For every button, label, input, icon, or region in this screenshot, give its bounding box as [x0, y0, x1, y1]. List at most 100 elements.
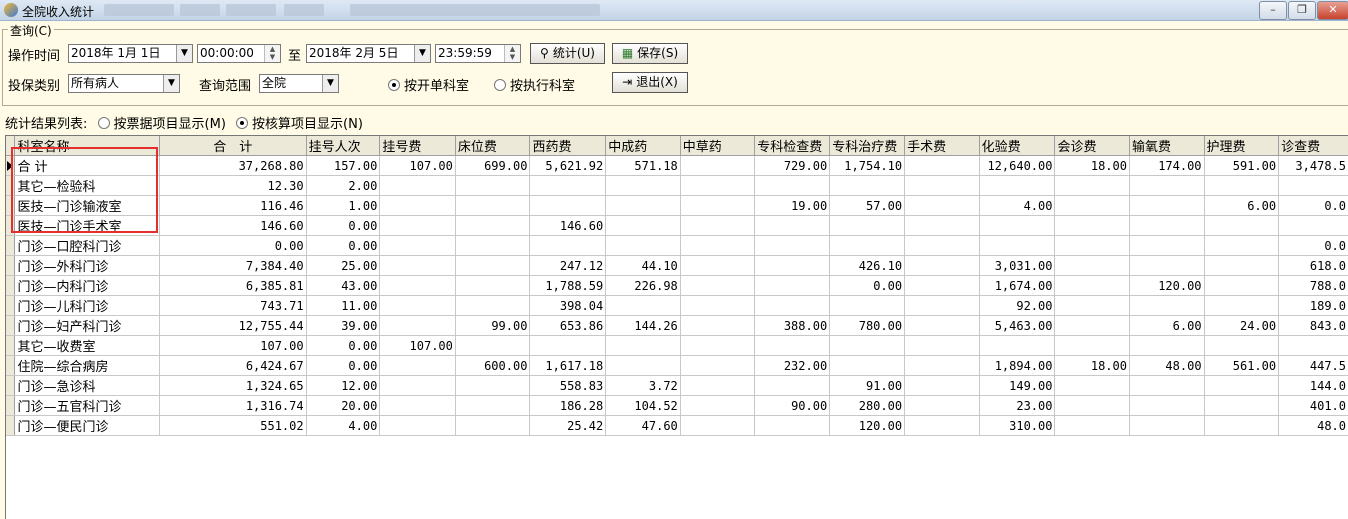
table-cell[interactable]: 571.18 — [605, 155, 681, 176]
table-cell[interactable] — [1054, 335, 1130, 356]
spin-up-icon[interactable]: ▲ — [505, 45, 520, 53]
dept-name-cell[interactable]: 住院—综合病房 — [14, 355, 160, 376]
table-cell[interactable]: 5,463.00 — [979, 315, 1056, 336]
table-cell[interactable] — [904, 175, 980, 196]
table-cell[interactable]: 91.00 — [829, 375, 906, 396]
table-cell[interactable] — [1054, 275, 1130, 296]
radio-open-dept[interactable]: 按开单科室 — [388, 75, 469, 94]
table-cell[interactable] — [754, 335, 831, 356]
table-cell[interactable]: 23.00 — [979, 395, 1056, 416]
dept-name-cell[interactable]: 门诊—急诊科 — [14, 375, 160, 396]
table-cell[interactable]: 18.00 — [1054, 355, 1130, 376]
column-header[interactable]: 化验费 — [979, 136, 1056, 156]
table-cell[interactable]: 43.00 — [306, 275, 381, 296]
table-cell[interactable]: 144.26 — [605, 315, 681, 336]
table-cell[interactable] — [379, 395, 456, 416]
table-cell[interactable]: 0.0 — [1278, 235, 1348, 256]
dept-name-cell[interactable]: 门诊—内科门诊 — [14, 275, 160, 296]
table-row[interactable]: 门诊—便民门诊 551.02 4.00 25.42 47.60 120.00 310.00 4… — [6, 415, 1348, 436]
radio-dot[interactable] — [97, 117, 110, 129]
table-cell[interactable] — [1054, 235, 1130, 256]
table-cell[interactable]: 0.0 — [1278, 195, 1348, 216]
table-cell[interactable]: 11.00 — [306, 295, 381, 316]
start-date-picker[interactable]: 2018年 1月 1日 ▼ — [68, 44, 193, 63]
table-cell[interactable] — [680, 195, 756, 216]
table-cell[interactable] — [1204, 375, 1280, 396]
table-cell[interactable]: 1,788.59 — [529, 275, 607, 296]
table-cell[interactable]: 232.00 — [754, 355, 831, 376]
table-cell[interactable] — [904, 355, 980, 376]
column-header[interactable]: 西药费 — [529, 136, 607, 156]
table-cell[interactable]: 1,324.65 — [159, 375, 307, 396]
table-cell[interactable] — [379, 315, 456, 336]
table-cell[interactable]: 12,755.44 — [159, 315, 307, 336]
table-row[interactable]: 医技—门诊输液室 116.46 1.00 19.00 57.00 4.00 6.00 0.0 — [6, 195, 1348, 216]
table-row[interactable]: 门诊—口腔科门诊 0.00 0.00 0.0 — [6, 235, 1348, 256]
end-time-field[interactable]: 23:59:59 ▲ ▼ — [435, 44, 521, 63]
table-cell[interactable] — [1054, 415, 1130, 436]
radio-dot[interactable] — [494, 79, 506, 91]
table-cell[interactable] — [1129, 375, 1205, 396]
table-cell[interactable] — [1204, 275, 1280, 296]
table-cell[interactable] — [1204, 335, 1280, 356]
table-cell[interactable] — [904, 275, 980, 296]
table-cell[interactable] — [1129, 235, 1205, 256]
table-cell[interactable]: 729.00 — [754, 155, 831, 176]
table-cell[interactable]: 6,385.81 — [159, 275, 307, 296]
table-cell[interactable] — [1204, 415, 1280, 436]
table-cell[interactable]: 447.5 — [1278, 355, 1348, 376]
table-cell[interactable]: 12.00 — [306, 375, 381, 396]
table-cell[interactable]: 1,674.00 — [979, 275, 1056, 296]
radio-dot-selected[interactable] — [388, 79, 400, 91]
column-header[interactable]: 床位费 — [455, 136, 531, 156]
table-cell[interactable]: 19.00 — [754, 195, 831, 216]
table-cell[interactable]: 780.00 — [829, 315, 906, 336]
table-cell[interactable]: 0.00 — [829, 275, 906, 296]
stat-button[interactable]: ⚲ 统计(U) — [530, 43, 605, 64]
table-cell[interactable] — [1204, 215, 1280, 236]
column-header[interactable]: 输氧费 — [1129, 136, 1205, 156]
table-cell[interactable] — [1129, 175, 1205, 196]
table-cell[interactable] — [754, 375, 831, 396]
row-indicator[interactable] — [6, 395, 16, 416]
table-cell[interactable] — [829, 175, 906, 196]
table-cell[interactable]: 1.00 — [306, 195, 381, 216]
table-cell[interactable] — [605, 235, 681, 256]
table-cell[interactable] — [379, 175, 456, 196]
table-cell[interactable] — [829, 215, 906, 236]
table-cell[interactable] — [1204, 395, 1280, 416]
table-cell[interactable]: 116.46 — [159, 195, 307, 216]
radio-exec-dept[interactable]: 按执行科室 — [494, 75, 575, 94]
table-cell[interactable]: 99.00 — [455, 315, 531, 336]
table-cell[interactable] — [1204, 255, 1280, 276]
dept-name-cell[interactable]: 门诊—口腔科门诊 — [14, 235, 160, 256]
income-grid[interactable]: 科室名称 合 计 挂号人次 挂号费 床位费 西药费 中成药 中草药 专科检查费 … — [5, 135, 1348, 519]
table-cell[interactable] — [605, 175, 681, 196]
table-cell[interactable] — [904, 215, 980, 236]
table-cell[interactable] — [680, 415, 756, 436]
table-cell[interactable] — [455, 415, 531, 436]
table-cell[interactable] — [379, 375, 456, 396]
table-cell[interactable]: 7,384.40 — [159, 255, 307, 276]
column-header[interactable]: 护理费 — [1204, 136, 1280, 156]
table-cell[interactable]: 18.00 — [1054, 155, 1130, 176]
chevron-down-icon[interactable]: ▼ — [414, 45, 430, 62]
table-row[interactable]: 门诊—妇产科门诊 12,755.44 39.00 99.00 653.86 144.26 3… — [6, 315, 1348, 336]
table-cell[interactable] — [754, 235, 831, 256]
table-cell[interactable]: 44.10 — [605, 255, 681, 276]
table-cell[interactable] — [1129, 335, 1205, 356]
table-row[interactable]: 其它—检验科 12.30 2.00 — [6, 175, 1348, 196]
table-cell[interactable] — [979, 335, 1056, 356]
spin-up-icon[interactable]: ▲ — [265, 45, 280, 53]
table-cell[interactable]: 174.00 — [1129, 155, 1205, 176]
table-cell[interactable] — [680, 175, 756, 196]
table-cell[interactable]: 25.00 — [306, 255, 381, 276]
column-header[interactable]: 专科治疗费 — [829, 136, 906, 156]
table-cell[interactable] — [680, 215, 756, 236]
table-cell[interactable] — [904, 315, 980, 336]
table-cell[interactable] — [829, 295, 906, 316]
table-cell[interactable] — [754, 295, 831, 316]
table-cell[interactable] — [979, 175, 1056, 196]
table-cell[interactable] — [605, 335, 681, 356]
table-cell[interactable]: 146.60 — [159, 215, 307, 236]
